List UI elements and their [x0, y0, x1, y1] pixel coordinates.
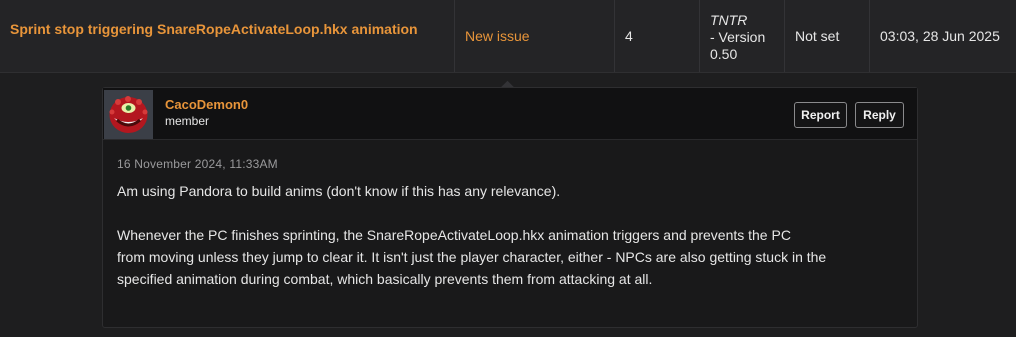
comment-role: member [165, 114, 210, 128]
issue-comment-count: 4 [615, 0, 700, 72]
comment-timestamp: 16 November 2024, 11:33AM [117, 157, 278, 171]
report-button[interactable]: Report [794, 102, 847, 128]
issue-priority: Not set [785, 0, 870, 72]
comment-header: CacoDemon0 member Report Reply [103, 88, 917, 140]
issue-row[interactable]: Sprint stop triggering SnareRopeActivate… [0, 0, 1016, 73]
comment-paragraph-1: Am using Pandora to build anims (don't k… [117, 183, 561, 199]
comment-line-2a: Whenever the PC finishes sprinting, the … [117, 227, 791, 243]
issue-title[interactable]: Sprint stop triggering SnareRopeActivate… [0, 0, 455, 72]
comment-line-2c: specified animation during combat, which… [117, 271, 653, 287]
cacodemon-avatar-icon[interactable] [104, 90, 153, 139]
version-number: 0.50 [710, 46, 738, 62]
issue-status: New issue [455, 0, 615, 72]
version-label: - Version [710, 29, 766, 45]
issue-date: 03:03, 28 Jun 2025 [880, 28, 1000, 44]
version-game: TNTR [710, 12, 748, 28]
comment-card: CacoDemon0 member Report Reply 16 Novemb… [102, 87, 918, 328]
reply-button[interactable]: Reply [855, 102, 904, 128]
comment-line-2b: from moving unless they jump to clear it… [117, 249, 827, 265]
comment-username[interactable]: CacoDemon0 [165, 97, 248, 112]
comment-body: Am using Pandora to build anims (don't k… [117, 180, 907, 290]
issue-version: TNTR - Version 0.50 [700, 0, 785, 72]
